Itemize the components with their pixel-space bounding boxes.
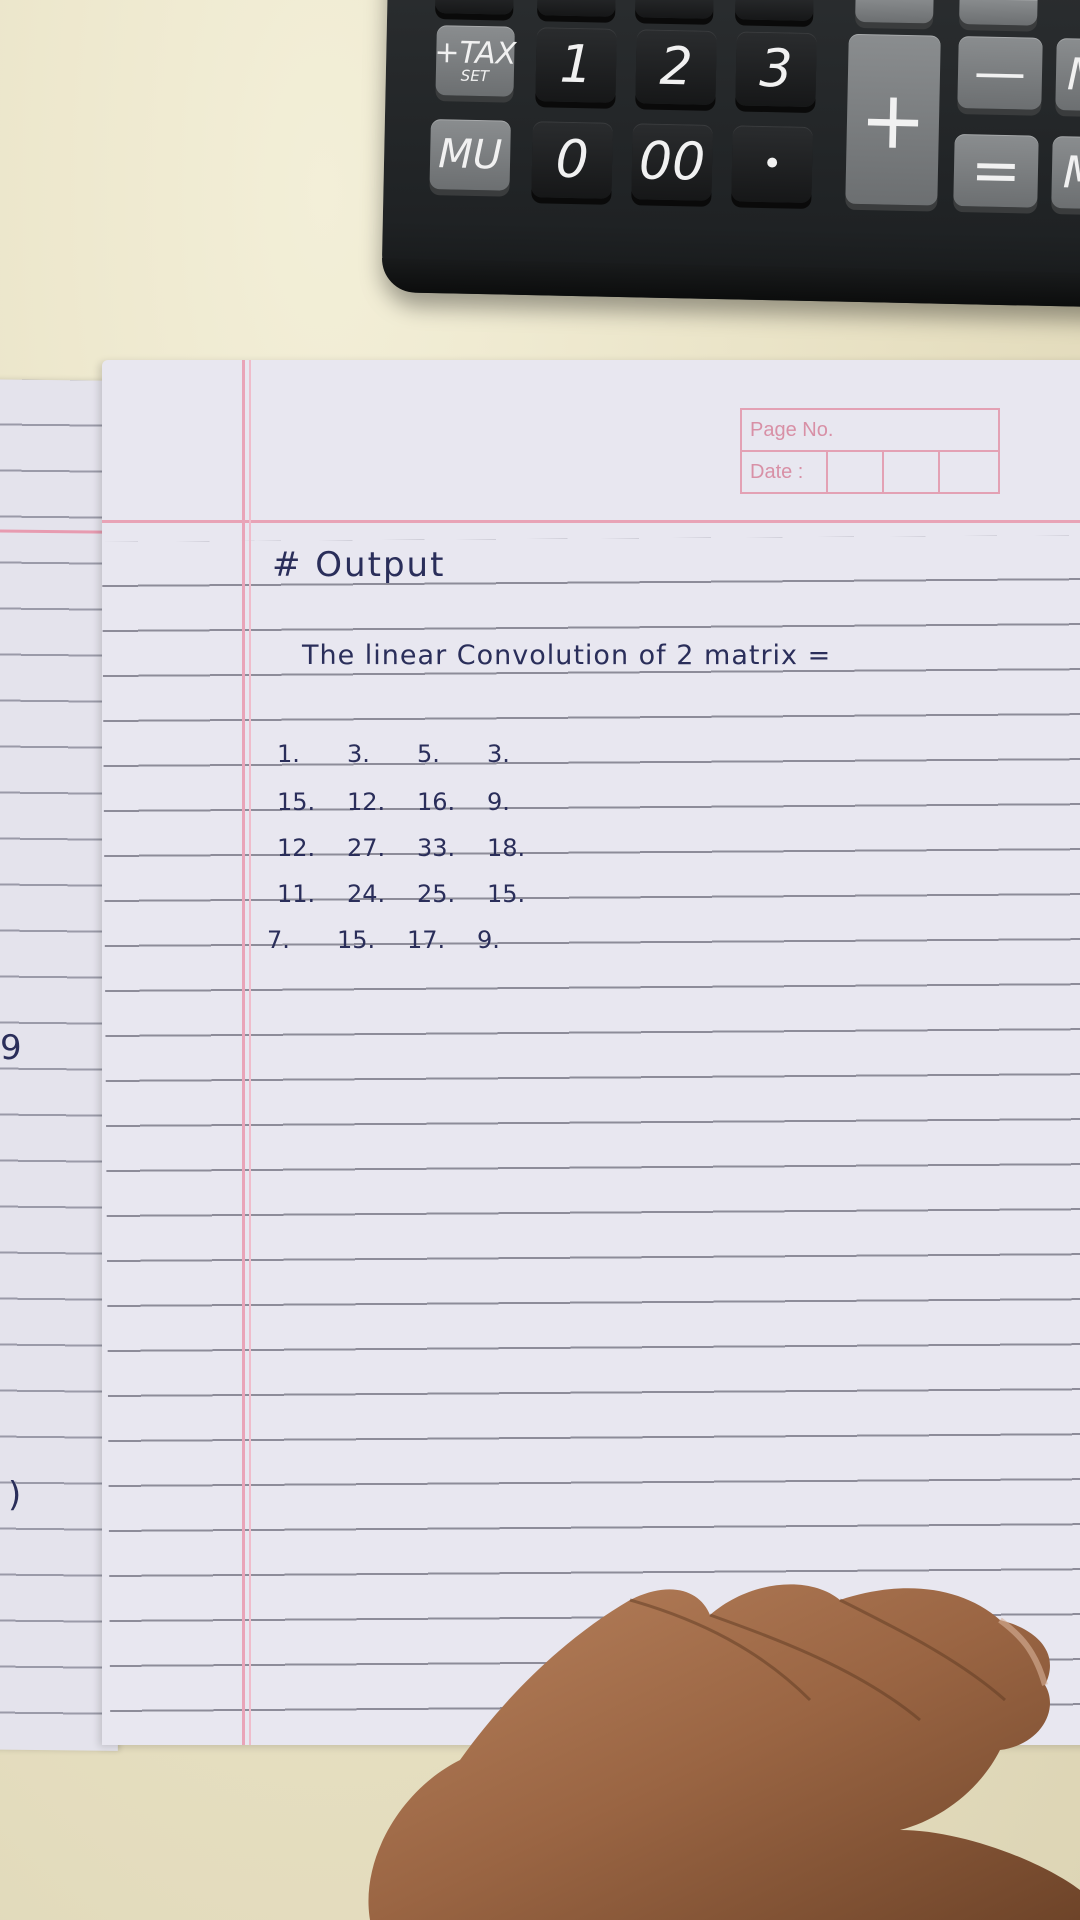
- calculator-key-stub[interactable]: [959, 0, 1038, 26]
- tax-key-sub-label: SET: [460, 66, 490, 85]
- date-label: Date :: [742, 452, 828, 492]
- matrix-row: 15. 12. 16. 9.: [277, 788, 557, 816]
- date-cell: [828, 452, 884, 492]
- matrix-cell: 17.: [407, 926, 446, 954]
- calculator: +TAX SET 1 2 3 MU 0 00 • + — = M M: [381, 0, 1080, 308]
- memory-key[interactable]: M: [1055, 38, 1080, 112]
- matrix-row: 12. 27. 33. 18.: [277, 834, 557, 862]
- left-page-mark: ): [8, 1475, 22, 1515]
- margin-line: [249, 360, 251, 1745]
- matrix-cell: 15.: [487, 880, 526, 908]
- matrix-cell: 7.: [267, 926, 290, 954]
- date-cell: [940, 452, 994, 492]
- matrix-cell: 3.: [487, 740, 510, 768]
- output-heading: # Output: [272, 545, 446, 585]
- decimal-key[interactable]: •: [731, 125, 813, 203]
- matrix-cell: 24.: [347, 880, 386, 908]
- key-3[interactable]: 3: [735, 31, 817, 108]
- minus-key[interactable]: —: [957, 36, 1043, 110]
- memory-key[interactable]: M: [1051, 136, 1080, 210]
- calculator-key-stub[interactable]: [735, 0, 814, 21]
- calculator-key-stub[interactable]: [635, 0, 714, 19]
- matrix-cell: 3.: [347, 740, 370, 768]
- matrix-row: 7. 15. 17. 9.: [267, 926, 547, 954]
- margin-line: [242, 360, 245, 1745]
- page-no-label: Page No.: [742, 410, 998, 452]
- matrix-cell: 25.: [417, 880, 456, 908]
- hand: [368, 1584, 1080, 1920]
- convolution-sentence: The linear Convolution of 2 matrix =: [302, 640, 832, 671]
- tax-key-label: +TAX: [434, 34, 517, 72]
- calculator-key-stub[interactable]: [435, 0, 514, 15]
- equals-key[interactable]: =: [953, 133, 1039, 208]
- matrix-cell: 9.: [487, 788, 510, 816]
- page-date-box: Page No. Date :: [740, 408, 1000, 494]
- date-cell: [884, 452, 940, 492]
- matrix-row: 1. 3. 5. 3.: [277, 740, 557, 768]
- matrix-cell: 27.: [347, 834, 386, 862]
- matrix-cell: 9.: [477, 926, 500, 954]
- key-0[interactable]: 0: [531, 121, 613, 199]
- notebook-page: Page No. Date : # Output The linear Conv…: [102, 360, 1080, 1745]
- matrix-cell: 33.: [417, 834, 456, 862]
- mu-key[interactable]: MU: [429, 119, 511, 191]
- matrix-cell: 18.: [487, 834, 526, 862]
- matrix-cell: 12.: [277, 834, 316, 862]
- key-00[interactable]: 00: [631, 123, 713, 201]
- calculator-key-stub[interactable]: [855, 0, 934, 24]
- matrix-cell: 15.: [337, 926, 376, 954]
- matrix-cell: 5.: [417, 740, 440, 768]
- matrix-row: 11. 24. 25. 15.: [277, 880, 557, 908]
- plus-key[interactable]: +: [845, 33, 941, 206]
- matrix-cell: 12.: [347, 788, 386, 816]
- calculator-key-stub[interactable]: [537, 0, 616, 17]
- key-2[interactable]: 2: [635, 29, 717, 105]
- key-1[interactable]: 1: [535, 27, 617, 103]
- matrix-cell: 16.: [417, 788, 456, 816]
- matrix-cell: 1.: [277, 740, 300, 768]
- matrix-cell: 15.: [277, 788, 316, 816]
- matrix-cell: 11.: [277, 880, 316, 908]
- hand-silhouette: [368, 1584, 1080, 1920]
- left-page-mark: 9: [0, 1028, 22, 1068]
- tax-set-key[interactable]: +TAX SET: [434, 25, 517, 97]
